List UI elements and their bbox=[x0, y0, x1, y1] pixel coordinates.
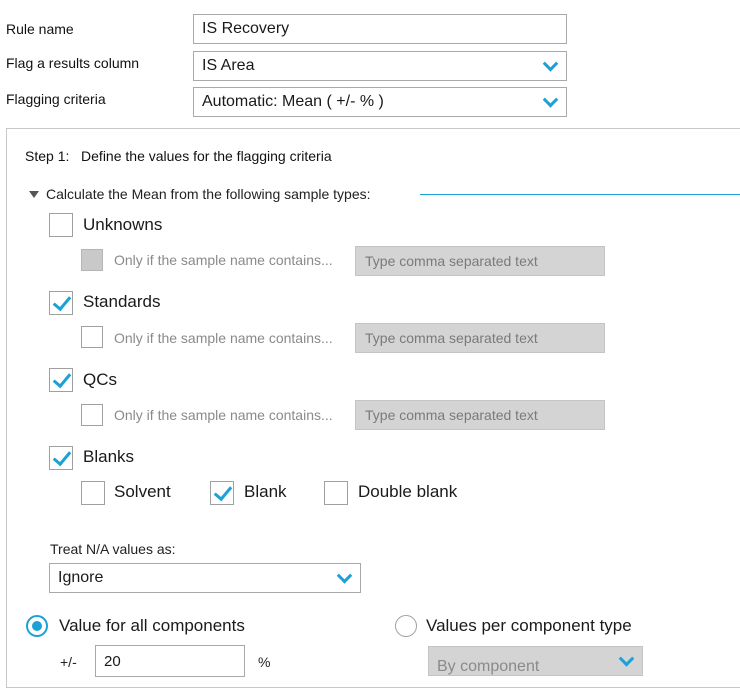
standards-checkbox[interactable] bbox=[49, 291, 73, 315]
treat-na-value: Ignore bbox=[58, 569, 104, 586]
qcs-filter-label: Only if the sample name contains... bbox=[114, 407, 333, 423]
values-per-type-label: Values per component type bbox=[426, 616, 632, 635]
plusminus-label: +/- bbox=[60, 654, 77, 670]
unknowns-checkbox[interactable] bbox=[49, 213, 73, 237]
standards-label: Standards bbox=[83, 292, 161, 311]
section-label: Calculate the Mean from the following sa… bbox=[46, 186, 371, 202]
qcs-checkbox[interactable] bbox=[49, 368, 73, 392]
standards-name-filter-checkbox[interactable] bbox=[81, 326, 103, 348]
rule-name-value: IS Recovery bbox=[202, 20, 290, 37]
by-component-dropdown[interactable]: By component bbox=[428, 646, 643, 676]
values-per-type-radio[interactable] bbox=[395, 615, 417, 637]
blanks-checkbox[interactable] bbox=[49, 446, 73, 470]
blanks-label: Blanks bbox=[83, 447, 135, 466]
section-divider bbox=[420, 194, 740, 195]
qcs-label: QCs bbox=[83, 370, 117, 389]
flag-column-value: IS Area bbox=[202, 57, 255, 74]
step1-heading: Step 1: Define the values for the flaggi… bbox=[25, 148, 332, 164]
by-component-value: By component bbox=[437, 658, 540, 675]
standards-filter-input[interactable]: Type comma separated text bbox=[355, 323, 605, 353]
double-blank-checkbox[interactable] bbox=[324, 481, 348, 505]
qcs-name-filter-checkbox[interactable] bbox=[81, 404, 103, 426]
checkmark-icon bbox=[213, 481, 233, 502]
double-blank-label: Double blank bbox=[358, 482, 458, 501]
qcs-filter-placeholder: Type comma separated text bbox=[365, 407, 538, 423]
value-input[interactable]: 20 bbox=[95, 645, 245, 677]
chevron-down-icon bbox=[542, 56, 559, 72]
qcs-filter-input[interactable]: Type comma separated text bbox=[355, 400, 605, 430]
unknowns-filter-label: Only if the sample name contains... bbox=[114, 252, 333, 268]
flag-column-dropdown[interactable]: IS Area bbox=[193, 51, 567, 81]
blank-label: Blank bbox=[244, 482, 287, 501]
chevron-down-icon bbox=[542, 92, 559, 108]
unknowns-filter-placeholder: Type comma separated text bbox=[365, 253, 538, 269]
collapse-triangle-icon[interactable] bbox=[29, 191, 39, 198]
blank-checkbox[interactable] bbox=[210, 481, 234, 505]
flag-criteria-value: Automatic: Mean ( +/- % ) bbox=[202, 93, 384, 110]
checkmark-icon bbox=[52, 291, 72, 312]
solvent-checkbox[interactable] bbox=[81, 481, 105, 505]
chevron-down-icon bbox=[618, 651, 635, 667]
treat-na-label: Treat N/A values as: bbox=[50, 541, 176, 557]
value-all-components-label: Value for all components bbox=[59, 616, 245, 635]
flag-criteria-label: Flagging criteria bbox=[6, 91, 106, 107]
standards-filter-placeholder: Type comma separated text bbox=[365, 330, 538, 346]
treat-na-dropdown[interactable]: Ignore bbox=[49, 563, 361, 593]
unknowns-name-filter-checkbox[interactable] bbox=[81, 249, 103, 271]
solvent-label: Solvent bbox=[114, 482, 171, 501]
flag-column-label: Flag a results column bbox=[6, 55, 140, 71]
value-all-components-radio[interactable] bbox=[26, 615, 48, 637]
checkmark-icon bbox=[52, 368, 72, 389]
unknowns-label: Unknowns bbox=[83, 215, 163, 234]
unknowns-filter-input[interactable]: Type comma separated text bbox=[355, 246, 605, 276]
percent-unit: % bbox=[258, 654, 271, 670]
rule-name-input[interactable]: IS Recovery bbox=[193, 14, 567, 44]
value-input-text: 20 bbox=[104, 652, 121, 670]
chevron-down-icon bbox=[336, 568, 353, 584]
flag-criteria-dropdown[interactable]: Automatic: Mean ( +/- % ) bbox=[193, 87, 567, 117]
rule-name-label: Rule name bbox=[6, 21, 74, 37]
standards-filter-label: Only if the sample name contains... bbox=[114, 330, 333, 346]
checkmark-icon bbox=[52, 446, 72, 467]
